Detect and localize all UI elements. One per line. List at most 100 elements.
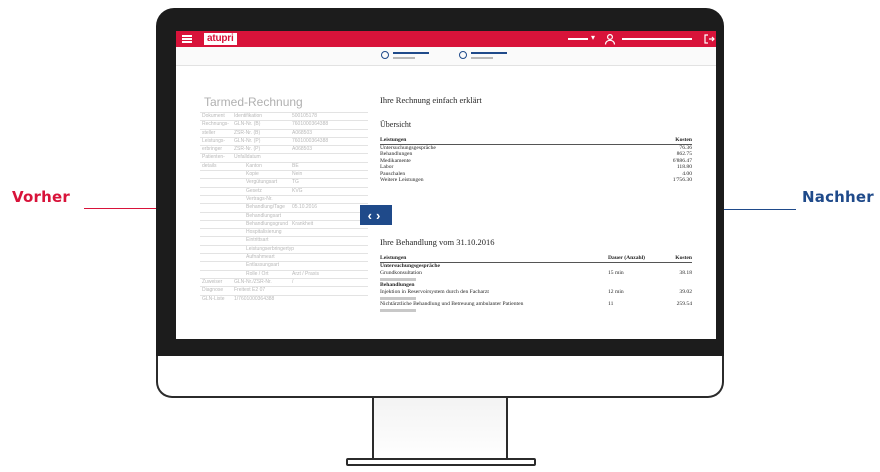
language-selector-bar[interactable]	[568, 38, 588, 40]
step-1-label-bar	[393, 52, 429, 54]
tarmed-cell: GLN-Nr. (P)	[234, 137, 261, 144]
treatment-cell-text: Injektion in Reservoirsystem durch den F…	[380, 289, 489, 295]
step-1-dot[interactable]	[381, 51, 389, 59]
treatment-cell: 12 min	[608, 289, 666, 301]
tarmed-cell	[200, 188, 234, 195]
overview-header-cell: Kosten	[675, 137, 692, 143]
treatment-cell-text: 38.18	[679, 270, 692, 276]
tarmed-cell	[200, 271, 234, 278]
treatment-cell: Grundkonsultation	[380, 270, 608, 282]
tarmed-cell: Unfalldatum	[234, 154, 261, 161]
tarmed-row: Gesetz KVG	[200, 186, 368, 195]
treatment-item-row: Nichtärztliche Behandlung und Betreuung …	[380, 301, 692, 313]
tarmed-cell: Kanton	[246, 162, 262, 169]
tarmed-cell	[200, 171, 234, 178]
tarmed-row: Diagnose Freitext E2 07	[200, 286, 368, 294]
tarmed-row: Patienten- Unfalldatum	[200, 153, 368, 161]
tarmed-cell: Kopie	[246, 171, 259, 178]
treatment-cell	[666, 263, 692, 270]
treatment-item-row: Grundkonsultation 15 min 38.18	[380, 270, 692, 282]
tarmed-row: Rechnungs- GLN-Nr. (B) 7601000364388	[200, 120, 368, 128]
tarmed-cell: 05.10.2016	[292, 204, 318, 211]
tarmed-row: Eintrittsart	[200, 236, 368, 244]
monitor-screen: atupri ▾ Tarmed-Rechnung Dokument Identif…	[176, 31, 716, 339]
monitor-chin	[156, 356, 724, 398]
tarmed-cell: Leistungserbringertyp	[246, 245, 295, 252]
tarmed-cell: Rechnungs-	[202, 121, 229, 128]
chevron-left-icon[interactable]: ‹	[368, 208, 376, 223]
tarmed-row: Kopie Nein	[200, 170, 368, 178]
treatment-cell-text: Grundkonsultation	[380, 270, 422, 276]
tarmed-row: Dokument Identifikation 500105178	[200, 112, 368, 120]
tarmed-cell: 7601000364388	[292, 137, 329, 144]
step-2-label-bar	[471, 52, 507, 54]
logout-icon[interactable]	[703, 33, 715, 45]
treatment-cell	[608, 263, 666, 270]
treatment-cell-text: Untersuchungsgespräche	[380, 263, 440, 269]
tarmed-cell	[200, 179, 234, 186]
tarmed-cell: Leistungs-	[202, 137, 226, 144]
tarmed-cell: Diagnose	[202, 287, 224, 294]
treatment-table: Leistungen Dauer (Anzahl) Kosten Untersuchu…	[380, 255, 692, 313]
treatment-cell-text: 11	[608, 301, 614, 307]
tarmed-cell	[200, 213, 234, 220]
tarmed-cell: Hospitalisierung	[246, 229, 282, 236]
tarmed-cell: Freitext E2 07	[234, 287, 266, 294]
atupri-logo[interactable]: atupri	[204, 33, 237, 45]
tariff-code-placeholder	[380, 309, 416, 312]
tariff-code-placeholder	[380, 297, 416, 300]
tarmed-cell: A068503	[292, 129, 313, 136]
tarmed-cell: ZSR-Nr. (P)	[234, 146, 261, 153]
treatment-cell: Nichtärztliche Behandlung und Betreuung …	[380, 301, 608, 313]
chevron-down-icon[interactable]: ▾	[591, 33, 595, 42]
step-2-sub-bar	[471, 57, 493, 59]
tarmed-cell: GLN-Liste	[202, 295, 225, 302]
tarmed-cell	[292, 296, 368, 303]
tarmed-cell	[292, 254, 368, 261]
tarmed-cell	[292, 287, 368, 294]
chevron-right-icon[interactable]: ›	[376, 208, 384, 223]
tarmed-cell: Aufnahmeart	[246, 254, 275, 261]
tarmed-cell: Vertrags-Nr.	[246, 195, 273, 202]
hamburger-icon[interactable]	[182, 35, 192, 43]
tarmed-row: Hospitalisierung	[200, 228, 368, 236]
step-2-dot[interactable]	[459, 51, 467, 59]
overview-title: Übersicht	[380, 120, 412, 129]
overview-header-cell: Leistungen	[380, 137, 407, 143]
treatment-cell-text: Behandlungen	[380, 282, 415, 288]
tarmed-cell: KVG	[292, 187, 303, 194]
overview-header-row: Leistungen Kosten	[380, 137, 692, 145]
step-1-sub-bar	[393, 57, 415, 59]
treatment-cell-text: 259.54	[676, 301, 692, 307]
tarmed-cell	[200, 221, 234, 228]
tariff-code-placeholder	[380, 278, 416, 281]
user-icon[interactable]	[604, 33, 616, 45]
label-vorher: Vorher	[12, 188, 70, 206]
tarmed-row: Leistungserbringertyp	[200, 244, 368, 253]
tarmed-cell	[292, 154, 368, 161]
tarmed-title: Tarmed-Rechnung	[204, 95, 303, 109]
compare-toggle-button[interactable]: ‹ ›	[360, 205, 392, 225]
tarmed-cell: Entlassungsart	[246, 262, 280, 269]
tarmed-invoice-panel: Tarmed-Rechnung Dokument Identifikation 50…	[200, 95, 368, 303]
tarmed-cell: GLN-Nr. (B)	[234, 121, 261, 128]
tarmed-row: Entlassungsart	[200, 261, 368, 269]
treatment-cell-text: 15 min	[608, 270, 624, 276]
tarmed-cell: Rolle / Ort	[246, 270, 269, 277]
tarmed-cell: 500105178	[292, 113, 318, 119]
explained-heading: Ihre Rechnung einfach erklärt	[380, 95, 482, 105]
treatment-cell	[608, 282, 666, 289]
user-name-bar[interactable]	[622, 38, 692, 40]
tarmed-cell: Gesetz	[246, 187, 262, 194]
tarmed-cell: 1/7601000364388	[234, 295, 275, 302]
monitor-stand-base	[346, 458, 536, 466]
tarmed-table: Dokument Identifikation 500105178 Rechnungs…	[200, 112, 368, 303]
treatment-group-row: Behandlungen	[380, 282, 692, 289]
tarmed-row: Behandlungsgrund Krankheit	[200, 219, 368, 228]
tarmed-cell: Arzt / Praxis	[292, 270, 319, 277]
treatment-cell: Behandlungen	[380, 282, 608, 289]
tarmed-cell: Nein	[292, 171, 303, 178]
tarmed-cell	[200, 204, 234, 211]
tarmed-cell: Behandlungsart	[246, 212, 282, 219]
tarmed-cell	[200, 246, 234, 253]
